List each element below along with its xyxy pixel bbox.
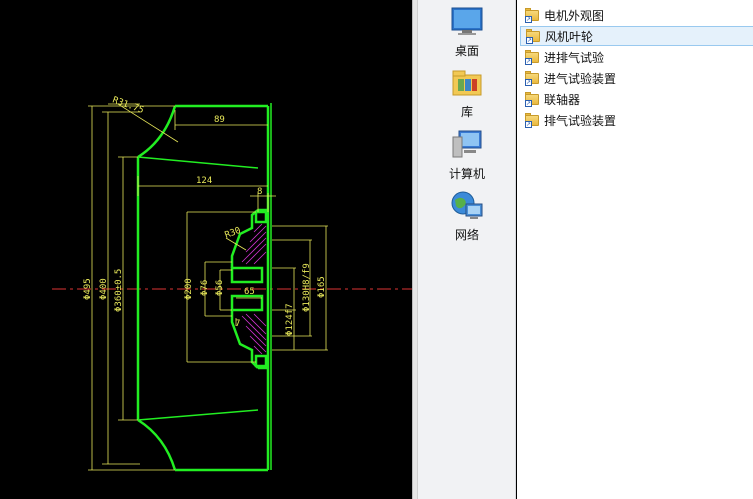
dim-7: 7 [235,319,240,329]
dim-phi200: Φ200 [184,278,194,300]
impeller-drawing: R31.75 89 124 8 R30 Φ200 Φ76 Φ56 65 7 Φ4… [52,95,412,472]
file-name: 进气试验装置 [544,71,617,86]
file-name: 排气试验装置 [544,113,617,128]
computer-icon [450,129,484,161]
nav-item-label: 计算机 [448,167,485,181]
file-name: 进排气试验 [544,50,605,65]
dim-phi495: Φ495 [83,278,93,300]
cad-drawing-canvas[interactable]: R31.75 89 124 8 R30 Φ200 Φ76 Φ56 65 7 Φ4… [0,0,412,499]
folder-shortcut-icon: ↗ [525,71,540,86]
folder-shortcut-icon: ↗ [525,113,540,128]
file-item[interactable]: ↗ 联轴器 [520,89,753,109]
dim-89: 89 [214,115,225,125]
dim-r-top: R31.75 [111,95,145,116]
nav-item-label: 库 [460,105,473,119]
folder-shortcut-icon: ↗ [526,29,541,44]
navigation-pane: 桌面 库 计算机 网络 [418,0,516,499]
desktop-icon [450,6,484,38]
folder-shortcut-icon: ↗ [525,8,540,23]
dim-phi76: Φ76 [200,280,210,296]
dim-phi165: Φ165 [317,276,327,298]
file-item[interactable]: ↗ 进气试验装置 [520,68,753,88]
file-item[interactable]: ↗ 排气试验装置 [520,110,753,130]
file-item-selected[interactable]: ↗ 风机叶轮 [520,26,753,46]
dim-phi130: Φ130H8/f9 [302,263,312,312]
dim-8: 8 [257,187,262,197]
dim-65: 65 [244,287,255,297]
nav-item-label: 网络 [454,228,479,242]
nav-item-library[interactable]: 库 [418,67,516,120]
nav-item-computer[interactable]: 计算机 [418,129,516,182]
file-name: 电机外观图 [544,8,605,23]
folder-shortcut-icon: ↗ [525,50,540,65]
file-item[interactable]: ↗ 电机外观图 [520,5,753,25]
file-name: 联轴器 [544,92,581,107]
file-item[interactable]: ↗ 进排气试验 [520,47,753,67]
nav-item-network[interactable]: 网络 [418,190,516,243]
dim-phi56: Φ56 [215,280,225,296]
dim-124: 124 [196,176,212,186]
nav-item-label: 桌面 [454,44,479,58]
file-list: ↗ 电机外观图 ↗ 风机叶轮 ↗ 进排气试验 ↗ 进气试验装置 ↗ 联轴器 ↗ … [517,0,753,499]
dim-phi360: Φ360±0.5 [114,269,124,312]
nav-item-desktop[interactable]: 桌面 [418,6,516,59]
library-icon [450,67,484,99]
network-icon [450,190,484,222]
dim-phi124f7: Φ124f7 [285,303,295,336]
folder-shortcut-icon: ↗ [525,92,540,107]
file-name: 风机叶轮 [545,29,594,44]
dim-phi400: Φ400 [99,278,109,300]
